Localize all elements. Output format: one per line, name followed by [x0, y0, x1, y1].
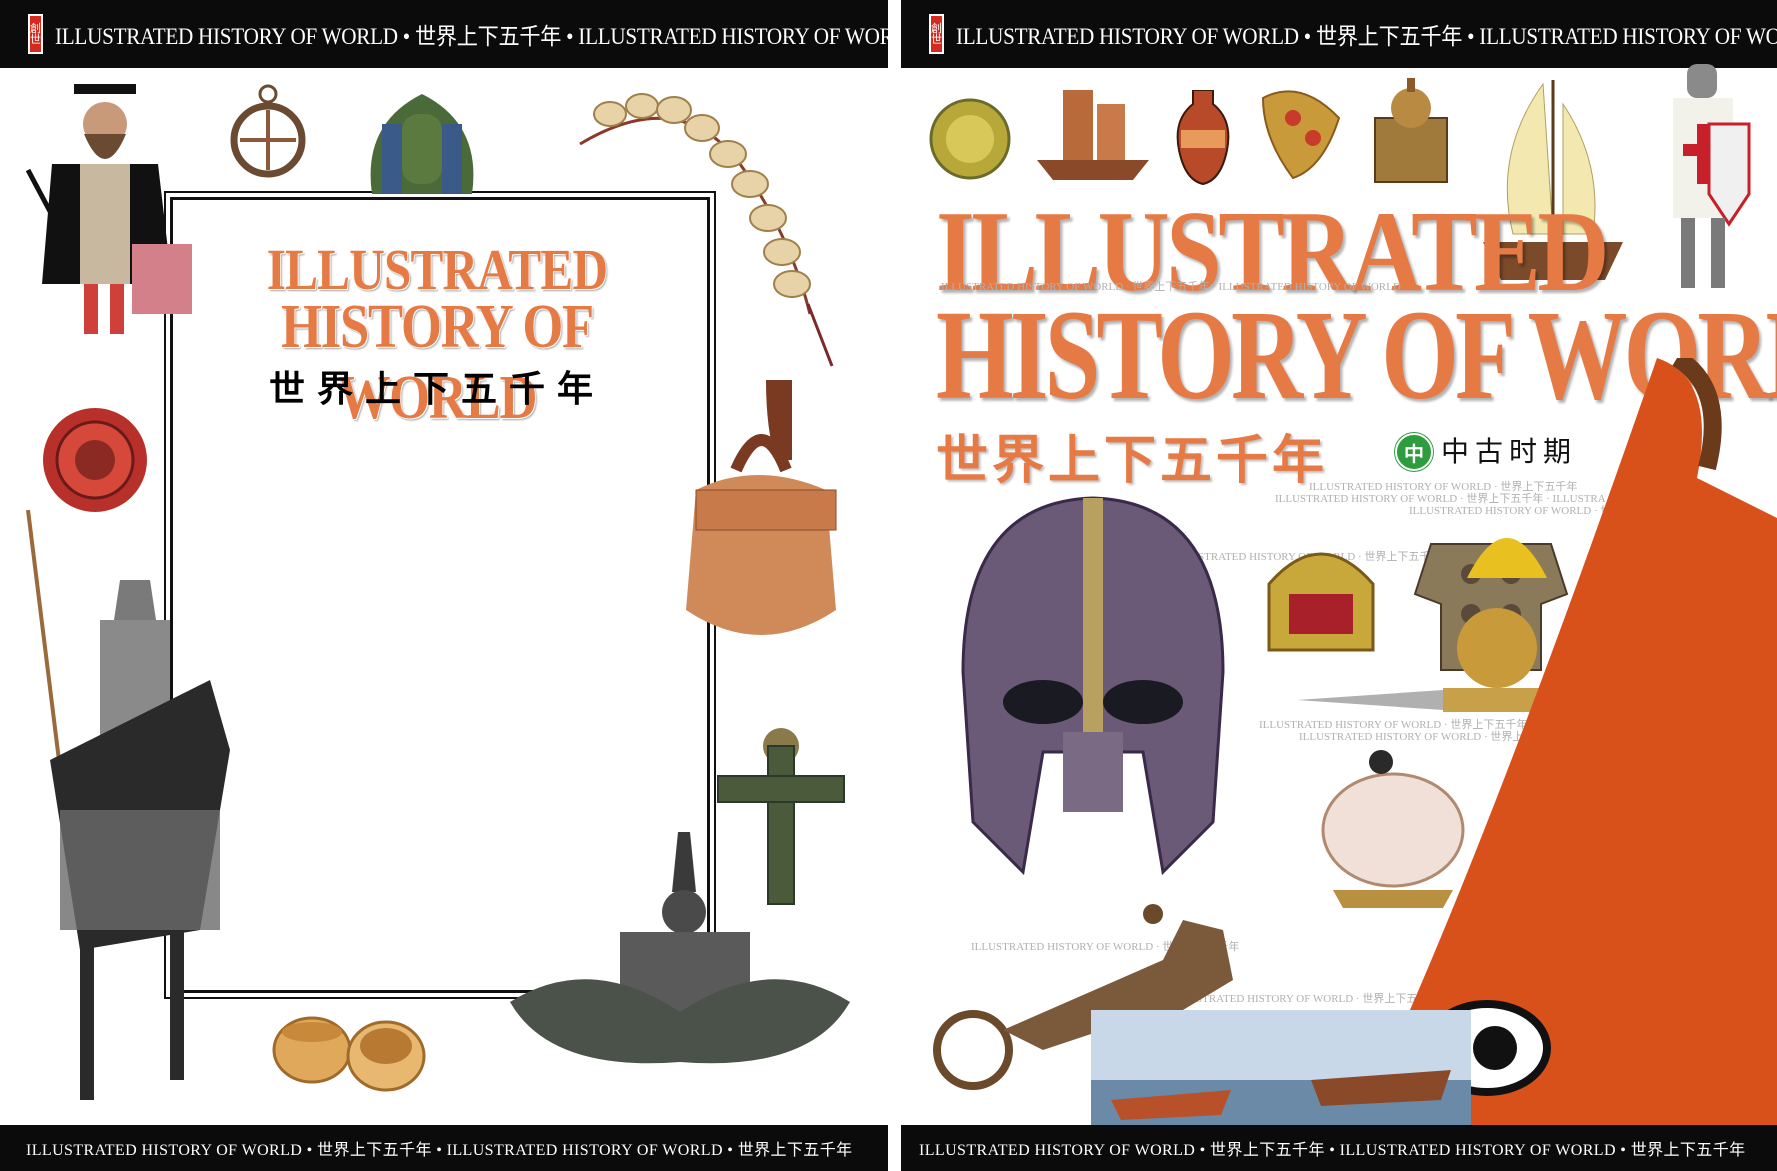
header-text: ILLUSTRATED HISTORY OF WORLD • 世界上下五千年 •… [956, 24, 1777, 49]
crusader-knight-illustration [1673, 64, 1751, 288]
jeweled-brooch-illustration [1261, 90, 1341, 180]
explorer-figure-illustration [25, 84, 192, 334]
front-title-chinese: 世界上下五千年 [936, 431, 1329, 491]
astrolabe-illustration [230, 84, 306, 178]
stirrup-vessel-head-illustration [686, 380, 837, 635]
knight-on-horse-illustration [26, 510, 230, 1100]
decorated-plate-illustration [929, 98, 1011, 180]
footer-bar: ILLUSTRATED HISTORY OF WORLD • 世界上下五千年 •… [901, 1125, 1777, 1171]
naval-battle-scene-illustration [1091, 1010, 1471, 1125]
woven-baskets-illustration [272, 1016, 426, 1092]
sutton-hoo-helmet-illustration [961, 496, 1225, 876]
header-bar: 創世 ILLUSTRATED HISTORY OF WORLD • 世界上下五千… [0, 0, 888, 68]
footer-bar: ILLUSTRATED HISTORY OF WORLD • 世界上下五千年 •… [0, 1125, 888, 1171]
shell-necklace-illustration [579, 93, 834, 367]
pharaoh-mask-illustration [370, 94, 474, 194]
reliquary-church-illustration [1374, 78, 1448, 183]
sun-disc-illustration [43, 408, 147, 512]
header-bar: 創世 ILLUSTRATED HISTORY OF WORLD • 世界上下五千… [901, 0, 1777, 68]
header-text: ILLUSTRATED HISTORY OF WORLD • 世界上下五千年 •… [55, 24, 888, 49]
footer-text: ILLUSTRATED HISTORY OF WORLD • 世界上下五千年 •… [26, 1142, 853, 1159]
amphora-illustration [1176, 90, 1230, 186]
footer-text: ILLUSTRATED HISTORY OF WORLD • 世界上下五千年 •… [919, 1142, 1746, 1159]
publisher-logo: 創世 [929, 14, 944, 54]
publisher-logo: 創世 [28, 14, 43, 54]
junk-ship-illustration [1037, 90, 1149, 180]
spine-gap [888, 0, 901, 1171]
back-cover: 創世 ILLUSTRATED HISTORY OF WORLD • 世界上下五千… [0, 0, 888, 1171]
seated-samurai-statue-illustration [510, 832, 850, 1064]
front-cover: 創世 ILLUSTRATED HISTORY OF WORLD • 世界上下五千… [901, 0, 1777, 1171]
